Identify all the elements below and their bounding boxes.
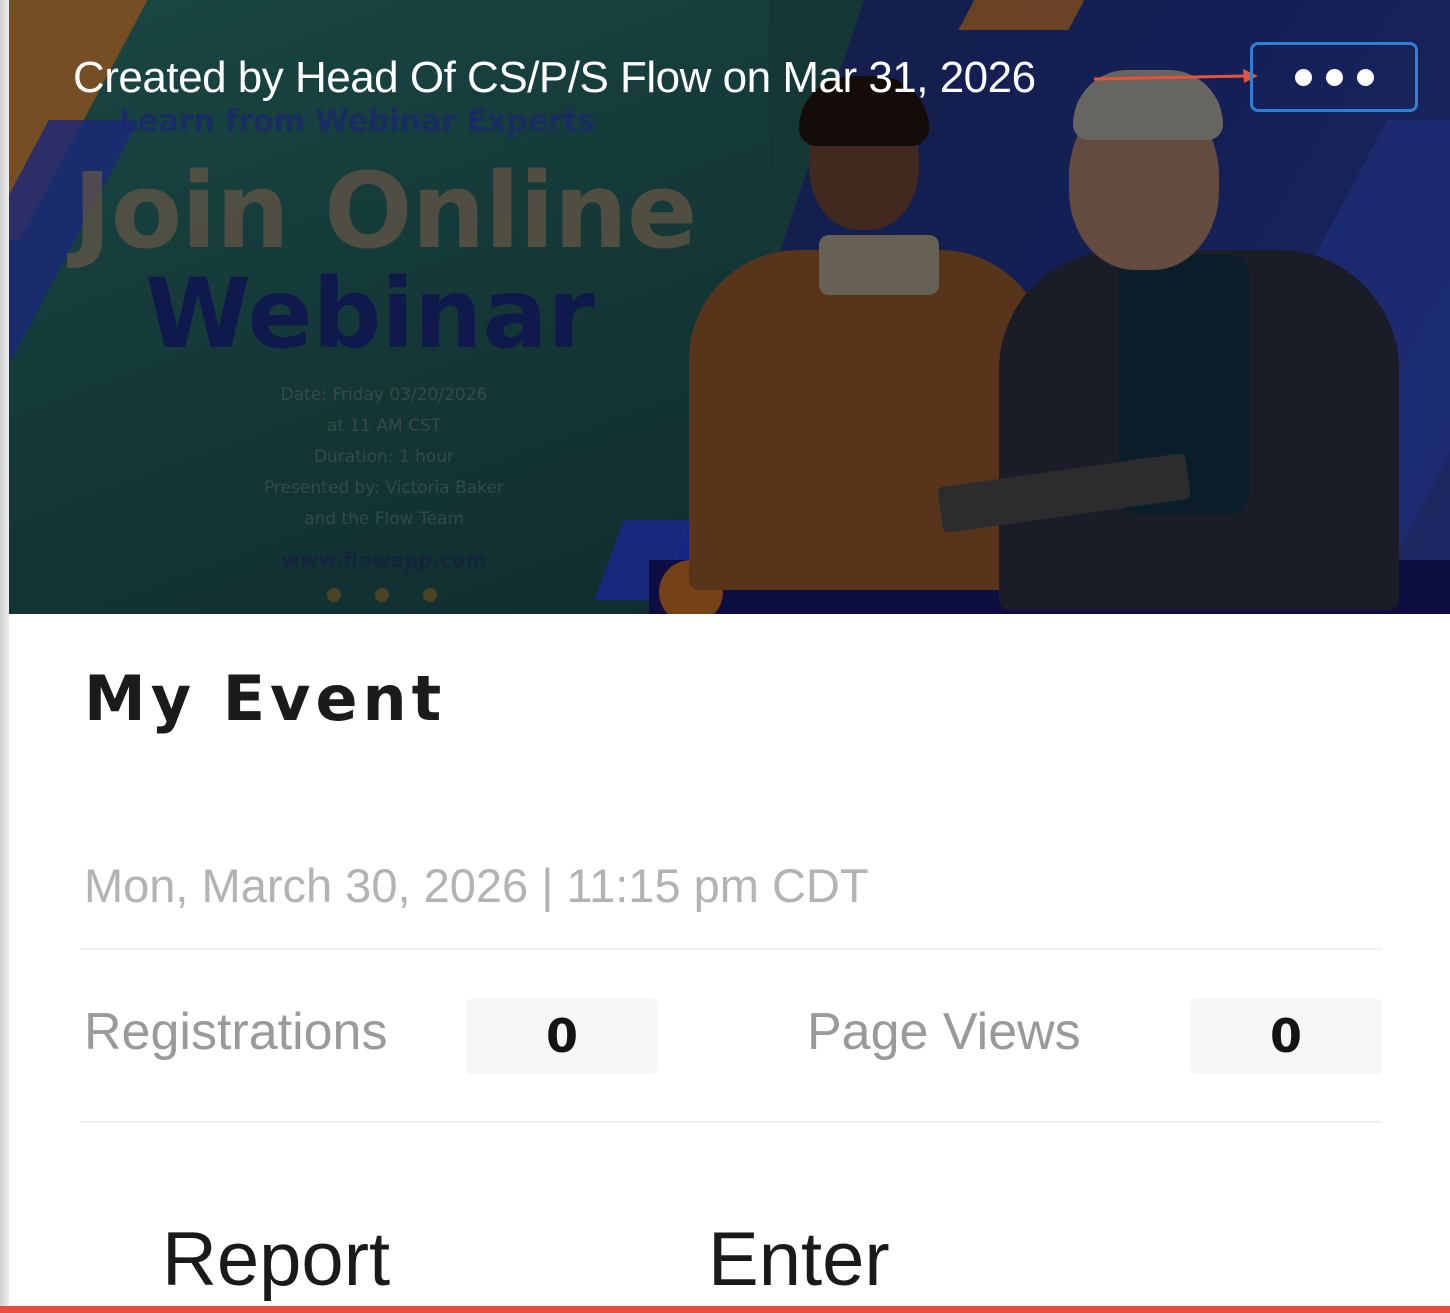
event-title: My Event bbox=[84, 662, 447, 735]
event-datetime: Mon, March 30, 2026 | 11:15 pm CDT bbox=[84, 859, 869, 912]
divider bbox=[80, 948, 1382, 950]
more-options-button[interactable] bbox=[1250, 42, 1418, 112]
enter-button[interactable]: Enter bbox=[708, 1216, 890, 1303]
divider bbox=[80, 1121, 1382, 1123]
registrations-count: 0 bbox=[466, 998, 658, 1074]
ellipsis-icon bbox=[1294, 68, 1312, 86]
page-views-label: Page Views bbox=[807, 1003, 1081, 1061]
ellipsis-icon bbox=[1325, 68, 1343, 86]
annotation-arrow bbox=[1093, 69, 1258, 83]
page-views-count: 0 bbox=[1190, 998, 1382, 1074]
ellipsis-icon bbox=[1356, 68, 1374, 86]
bottom-accent-bar bbox=[0, 1306, 1450, 1313]
report-button[interactable]: Report bbox=[162, 1216, 390, 1303]
registrations-label: Registrations bbox=[84, 1003, 388, 1061]
left-border bbox=[0, 0, 9, 1313]
